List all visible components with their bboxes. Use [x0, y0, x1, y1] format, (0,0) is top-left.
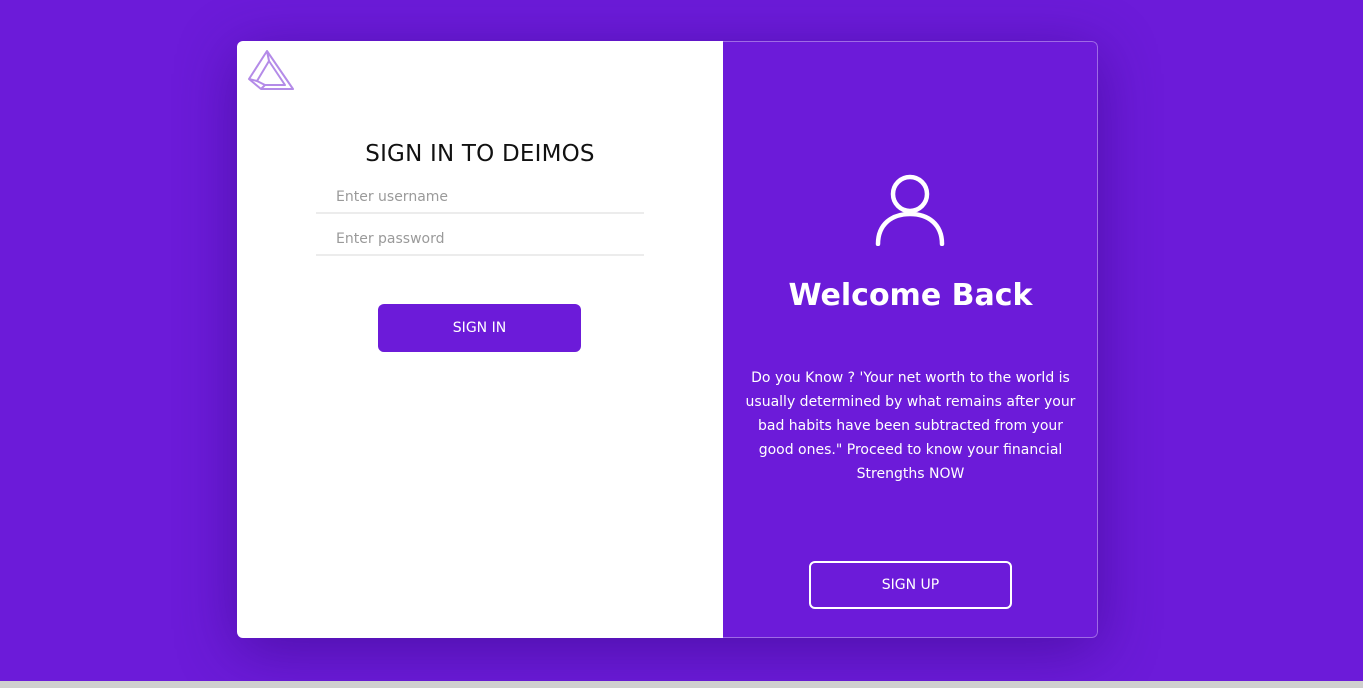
- signin-panel: SIGN IN TO DEIMOS SIGN IN: [237, 41, 723, 638]
- signin-title: SIGN IN TO DEIMOS: [365, 141, 595, 167]
- deimos-logo-icon: [248, 50, 294, 90]
- welcome-heading: Welcome Back: [788, 278, 1033, 313]
- welcome-panel: Welcome Back Do you Know ? 'Your net wor…: [723, 41, 1098, 638]
- password-input[interactable]: [316, 224, 644, 256]
- auth-card: SIGN IN TO DEIMOS SIGN IN Welcome Back D…: [237, 41, 1098, 638]
- signin-button[interactable]: SIGN IN: [378, 304, 581, 352]
- welcome-quote: Do you Know ? 'Your net worth to the wor…: [745, 370, 1076, 482]
- bottom-edge: [0, 681, 1363, 688]
- signup-button[interactable]: SIGN UP: [809, 561, 1012, 609]
- username-input[interactable]: [316, 182, 644, 214]
- user-icon: [875, 174, 945, 246]
